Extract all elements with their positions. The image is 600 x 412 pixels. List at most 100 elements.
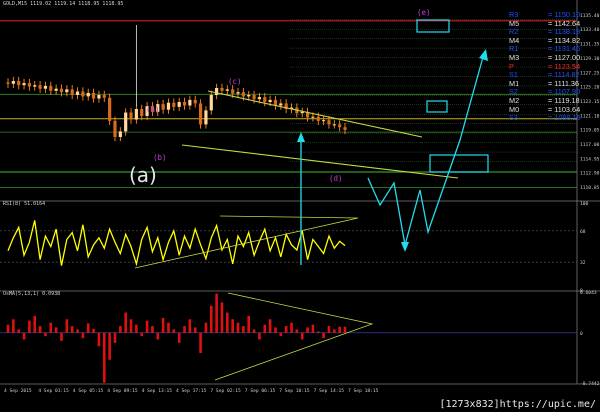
candle-body [33,85,37,87]
osma-bar [161,317,165,333]
rsi-tick-label: 100 [580,201,589,207]
time-tick-label: 7 Sep 02:15 [210,388,241,394]
osma-bar [65,319,69,333]
price-tick-label: 1121.10 [580,113,600,119]
time-tick-label: 7 Sep 06:15 [245,388,276,394]
candle-body [49,85,53,91]
osma-bar [6,324,10,333]
wave-label-d: (d) [329,174,343,183]
osma-bar [338,326,341,333]
osma-bar [252,329,256,333]
osma-bar [300,332,304,340]
osma-bar [311,324,315,333]
osma-bar [17,329,20,333]
candle-body [129,112,133,120]
price-tick-label: 1127.25 [580,70,600,76]
time-tick-label: 7 Sep 14:15 [314,388,345,394]
osma-bar [279,332,283,337]
osma-bar [193,327,197,333]
candle-body [172,102,176,107]
osma-bar [167,322,170,333]
rsi-label: RSI(8) 51.0164 [3,201,46,207]
ohlc-values: 1119.02 1119.14 1118.95 1118.95 [30,1,124,7]
candle-body [316,116,320,121]
osma-bar [33,315,37,333]
time-tick-label: 4 Sep 01:15 [38,388,69,394]
price-tick-label: 1119.05 [580,128,600,134]
forecast-box [426,100,448,113]
osma-bar [263,324,267,333]
wave-a-big-label: (a) [129,163,157,187]
forecast-box [416,19,450,33]
osma-bar [231,319,234,333]
osma-bar [124,312,127,333]
osma-tick-label: 0.6043 [580,290,597,296]
candle-body [22,83,26,86]
osma-bar [236,322,240,333]
candle-body [134,109,138,120]
price-tick-label: 1114.95 [580,156,600,162]
osma-bar [183,326,186,333]
candle-body [65,89,69,93]
candle-body [241,92,245,97]
osma-bar [97,332,101,347]
osma-bar [177,332,181,343]
candle-body [86,92,90,97]
price-tick-label: 1123.15 [580,99,600,105]
price-tick-label: 1129.30 [580,56,600,62]
candle-body [54,88,58,91]
candle-body [332,124,336,126]
candle-body [140,109,144,116]
candle-body [177,102,181,107]
wave-label-b: (b) [153,153,167,162]
candle-body [279,103,283,106]
candle-body [59,88,64,93]
candle-body [204,110,208,125]
watermark: [1273x832]https://upic.me/ [439,399,596,410]
arrowhead [479,49,488,61]
candle-body [102,95,106,98]
osma-bar [199,332,202,354]
osma-bar [28,320,31,333]
osma-bar [226,312,229,333]
price-tick-label: 1135.40 [580,13,600,19]
osma-tick-label: 0 [580,331,583,337]
candle-body [193,99,197,104]
osma-triangle [214,292,374,381]
forecast-path [367,56,484,246]
osma-bar [140,332,144,337]
candle-body [273,99,278,106]
candle-body [17,81,21,86]
time-tick-label: 4 Sep 09:15 [107,388,138,394]
price-tick-label: 1133.40 [580,27,600,33]
candle-body [198,103,203,125]
osma-bar [274,327,277,333]
osma-bar [108,332,111,360]
candle-body [327,120,331,125]
time-tick-label: 4 Sep 05:15 [73,388,104,394]
osma-bar [209,305,213,333]
candle-body [215,88,219,95]
symbol-name: GOLD,M15 [3,1,28,7]
candle-body [118,131,122,137]
osma-bar [306,327,309,333]
osma-bar [92,328,95,333]
candle-body [113,120,117,137]
candle-body [225,89,229,91]
pivot-label: S3 [509,113,518,123]
osma-bar [156,332,160,340]
osma-bar [102,332,106,383]
candle-body [209,95,213,111]
osma-bar [204,322,208,333]
osma-bar [113,332,117,343]
candle-body [338,124,342,128]
candle-body [247,95,251,97]
time-tick-label: 4 Sep 2015 [4,388,32,394]
osma-bar [129,319,133,333]
osma-bar [12,319,15,333]
osma-bar [247,315,251,333]
candle-body [343,127,347,130]
osma-bar [343,326,347,333]
osma-bar [81,332,85,339]
chart-window: (a) (b) (c) (d) (e) 1135.40 1133.40 1131.35 112… [0,0,600,412]
